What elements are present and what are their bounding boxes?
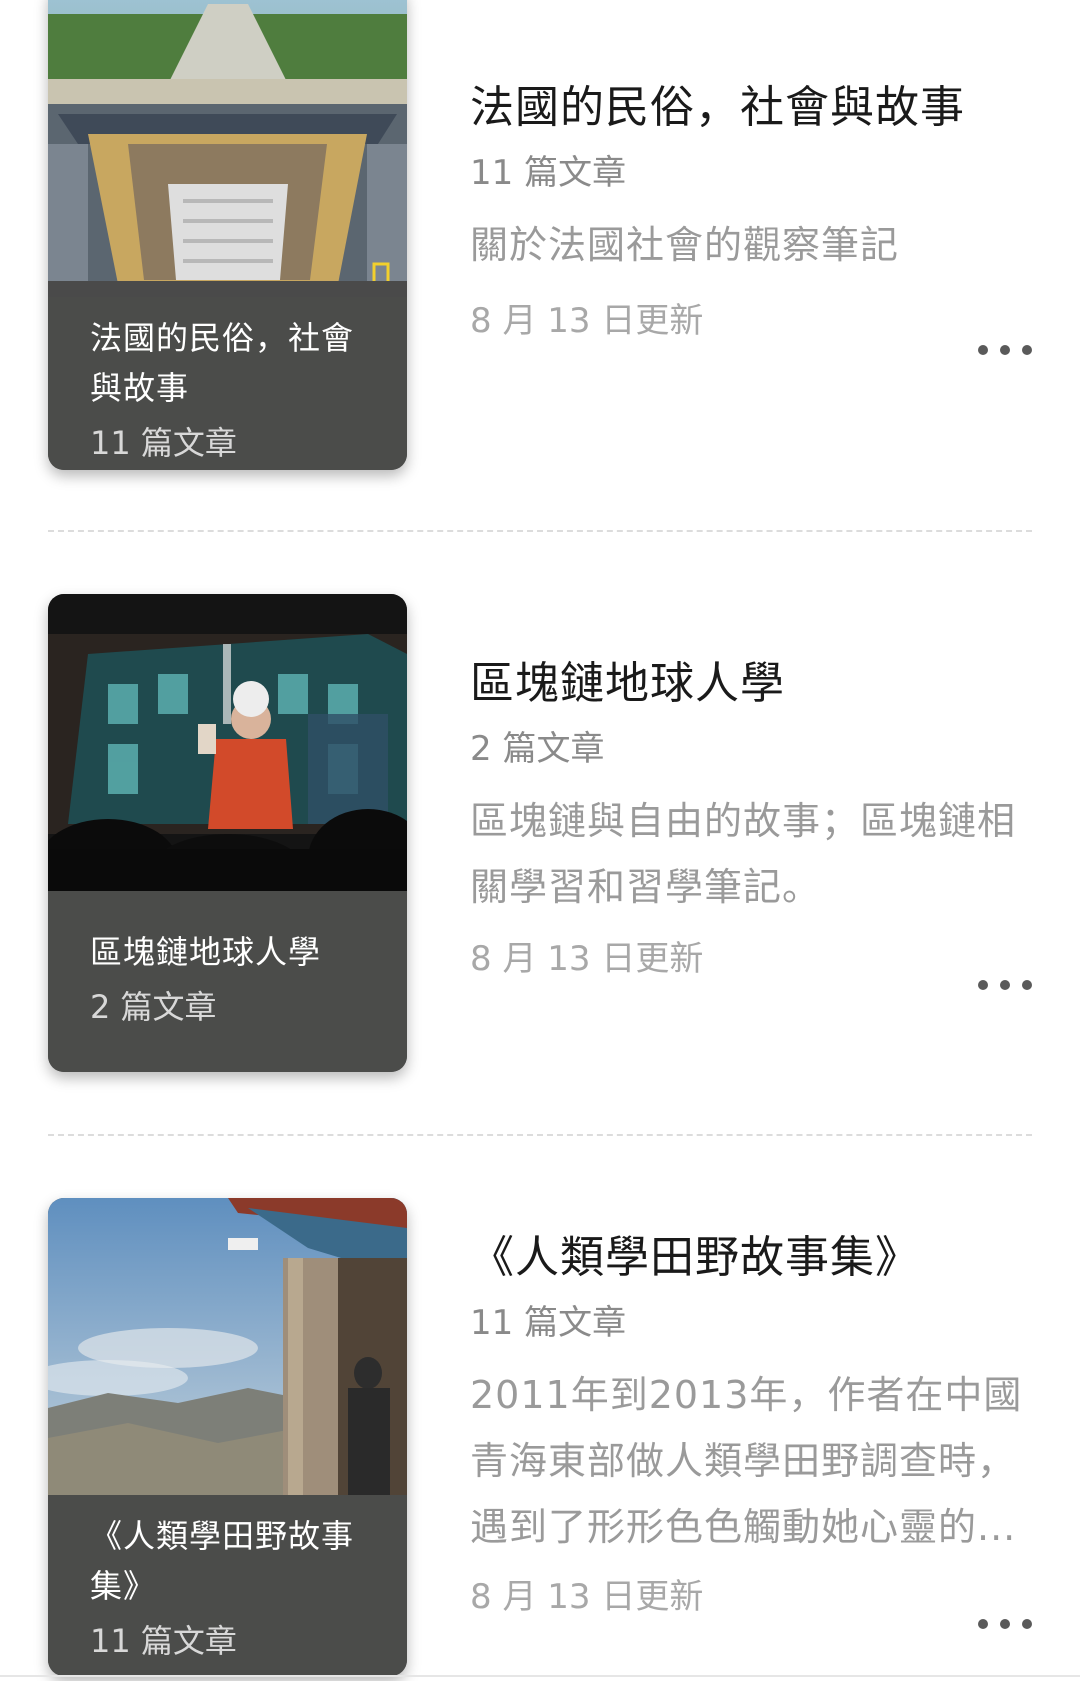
more-horizontal-icon (978, 1619, 988, 1629)
collection-description: 關於法國社會的觀察筆記 (470, 223, 900, 267)
divider (48, 530, 1032, 532)
updated-date: 8 月 13 日更新 (470, 939, 704, 979)
collection-info: 法國的民俗，社會與故事 11 篇文章 關於法國社會的觀察筆記 8 月 13 日更… (470, 78, 1032, 344)
collection-item[interactable]: 《人類學田野故事 集》 11 篇文章 《人類學田野故事集》 11 篇文章 201… (48, 1198, 1032, 1681)
bottom-edge (0, 1675, 1080, 1677)
more-horizontal-icon (978, 980, 988, 990)
cover-title: 區塊鏈地球人學 (90, 933, 322, 971)
cover-article-count: 11 篇文章 (90, 1622, 237, 1660)
collection-cover[interactable]: 區塊鏈地球人學 2 篇文章 (48, 594, 407, 1072)
cover-article-count: 11 篇文章 (90, 424, 237, 462)
divider (48, 1134, 1032, 1136)
article-count: 2 篇文章 (470, 729, 605, 769)
collection-title[interactable]: 法國的民俗，社會與故事 (470, 78, 1032, 138)
cover-image-projection (48, 594, 407, 891)
collection-cover[interactable]: 《人類學田野故事 集》 11 篇文章 (48, 1198, 407, 1676)
more-options-button[interactable] (978, 1614, 1032, 1634)
collection-item[interactable]: 區塊鏈地球人學 2 篇文章 區塊鏈地球人學 2 篇文章 區塊鏈與自由的故事；區塊… (48, 594, 1032, 1074)
collection-description: 區塊鏈與自由的故事；區塊鏈相 關學習和習學筆記。 (470, 799, 1017, 909)
collection-title[interactable]: 《人類學田野故事集》 (470, 1228, 1032, 1288)
updated-date: 8 月 13 日更新 (470, 301, 704, 341)
collection-info: 《人類學田野故事集》 11 篇文章 2011年到2013年，作者在中國 青海東部… (470, 1228, 1032, 1620)
collection-cover[interactable]: 法國的民俗，社會 與故事 11 篇文章 (48, 0, 407, 470)
collection-description: 2011年到2013年，作者在中國 青海東部做人類學田野調查時， 遇到了形形色色… (470, 1373, 1023, 1549)
updated-date: 8 月 13 日更新 (470, 1577, 704, 1617)
collection-title[interactable]: 區塊鏈地球人學 (470, 654, 1032, 714)
article-count: 11 篇文章 (470, 153, 627, 193)
cover-title: 法國的民俗，社會 與故事 (90, 319, 355, 407)
collection-item[interactable]: 法國的民俗，社會 與故事 11 篇文章 法國的民俗，社會與故事 11 篇文章 關… (48, 0, 1032, 470)
cover-article-count: 2 篇文章 (90, 988, 217, 1026)
cover-image-palace (48, 0, 407, 281)
collection-info: 區塊鏈地球人學 2 篇文章 區塊鏈與自由的故事；區塊鏈相 關學習和習學筆記。 8… (470, 654, 1032, 982)
article-count: 11 篇文章 (470, 1303, 627, 1343)
more-options-button[interactable] (978, 340, 1032, 360)
more-options-button[interactable] (978, 975, 1032, 995)
more-horizontal-icon (978, 345, 988, 355)
cover-image-mountain-pavilion (48, 1198, 407, 1495)
cover-title: 《人類學田野故事 集》 (90, 1517, 355, 1605)
